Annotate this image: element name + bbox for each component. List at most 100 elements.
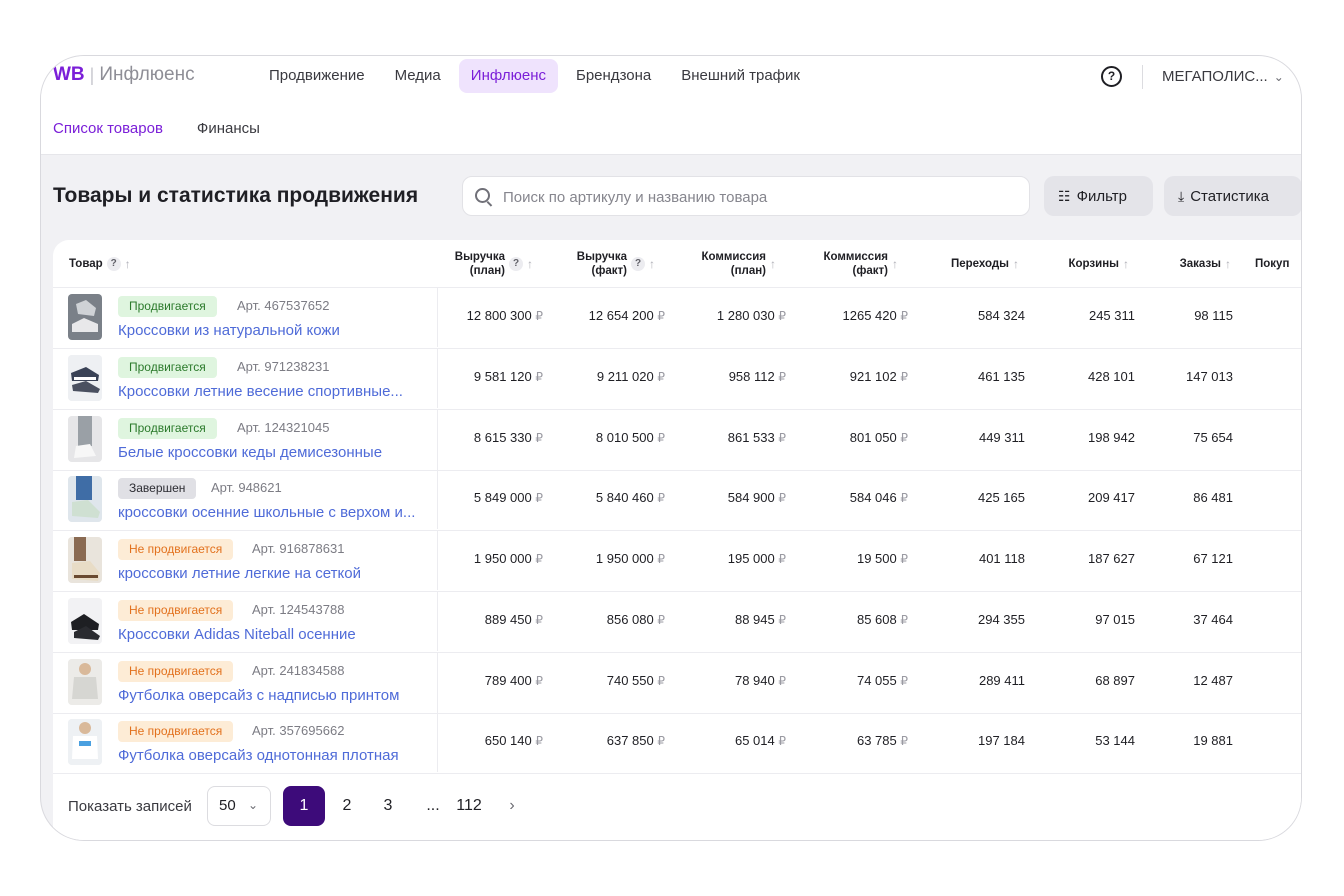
- filter-button[interactable]: ☷ Фильтр: [1044, 176, 1153, 216]
- column-header[interactable]: Коммиссия (факт) ↑: [791, 240, 912, 287]
- table-row[interactable]: Продвигается Арт. 971238231 Кроссовки летн…: [53, 347, 1301, 410]
- nav-item[interactable]: Внешний трафик: [669, 59, 812, 93]
- number-cell: 53 144: [1095, 733, 1135, 749]
- ruble-sign: ₽: [900, 491, 908, 506]
- table-row[interactable]: Продвигается Арт. 467537652 Кроссовки из н…: [53, 287, 1301, 349]
- page-size-select[interactable]: 50 ⌄: [207, 786, 271, 826]
- help-icon[interactable]: ?: [509, 256, 523, 271]
- nav-item[interactable]: Брендзона: [564, 59, 663, 93]
- sort-arrow-icon[interactable]: ↑: [770, 257, 776, 271]
- money-value: 8 615 330: [473, 429, 532, 445]
- product-name-link[interactable]: Кроссовки летние весение спортивные...: [118, 383, 403, 400]
- search-input[interactable]: [501, 177, 1020, 217]
- money-value: 921 102: [849, 368, 897, 384]
- product-thumbnail: [68, 354, 102, 401]
- page-link-1[interactable]: 1: [283, 786, 325, 826]
- money-cell: 856 080 ₽: [607, 612, 665, 627]
- money-value: 1 280 030: [716, 308, 775, 323]
- money-value: 740 550: [606, 672, 654, 688]
- article-number: Арт. 916878631: [252, 541, 345, 556]
- help-icon[interactable]: ?: [106, 256, 121, 271]
- number-cell: 37 464: [1193, 611, 1233, 627]
- number-cell: 98 115: [1194, 308, 1233, 323]
- sort-arrow-icon[interactable]: ↑: [649, 257, 655, 271]
- ruble-sign: ₽: [778, 612, 786, 627]
- number-cell: 401 118: [978, 551, 1025, 566]
- sort-arrow-icon[interactable]: ↑: [1225, 257, 1231, 271]
- page-link-2[interactable]: 2: [336, 786, 358, 826]
- money-cell: 921 102 ₽: [850, 369, 908, 384]
- number-cell: 461 135: [978, 368, 1025, 384]
- search-box[interactable]: [462, 176, 1030, 217]
- account-name: МЕГАПОЛИС...: [1162, 68, 1268, 85]
- table-row[interactable]: Не продвигается Арт. 357695662 Футболка ов…: [53, 712, 1301, 775]
- column-header[interactable]: Заказы ↑: [1143, 240, 1245, 287]
- money-value: 65 014: [734, 733, 775, 749]
- number-cell: 68 897: [1095, 672, 1135, 688]
- product-cell: Продвигается Арт. 467537652 Кроссовки из н…: [53, 287, 438, 347]
- account-selector[interactable]: МЕГАПОЛИС... ⌄: [1162, 68, 1284, 85]
- logo[interactable]: WB | Инфлюенс: [53, 64, 195, 86]
- ruble-sign: ₽: [900, 309, 908, 323]
- sort-arrow-icon[interactable]: ↑: [1123, 257, 1129, 271]
- product-name-link[interactable]: кроссовки летние легкие на сеткой: [118, 565, 361, 582]
- next-page-icon[interactable]: ›: [505, 786, 519, 826]
- money-value: 8 010 500: [595, 429, 654, 445]
- product-name-link[interactable]: Белые кроссовки кеды демисезонные: [118, 444, 382, 461]
- column-header[interactable]: Покуп: [1245, 240, 1301, 287]
- money-value: 195 000: [727, 551, 775, 566]
- nav-item[interactable]: Инфлюенс: [458, 59, 558, 93]
- table-row[interactable]: Продвигается Арт. 124321045 Белые кроссовк…: [53, 408, 1301, 471]
- article-number: Арт. 467537652: [237, 298, 330, 313]
- money-cell: 88 945 ₽: [735, 612, 786, 627]
- number-cell: 97 015: [1095, 611, 1135, 627]
- column-header[interactable]: Выручка (факт)? ↑: [548, 240, 669, 287]
- product-name-link[interactable]: Кроссовки Adidas Niteball осенние: [118, 626, 356, 643]
- column-header[interactable]: Корзины ↑: [1033, 240, 1143, 287]
- money-cell: 8 010 500 ₽: [596, 430, 665, 445]
- money-cell: 78 940 ₽: [735, 673, 786, 688]
- sort-arrow-icon[interactable]: ↑: [892, 257, 898, 271]
- column-header-label: Корзины: [1069, 257, 1119, 271]
- product-cell: Завершен Арт. 948621 кроссовки осенние шко…: [53, 469, 438, 530]
- sort-arrow-icon[interactable]: ↑: [527, 257, 533, 271]
- table-row[interactable]: Завершен Арт. 948621 кроссовки осенние шко…: [53, 469, 1301, 532]
- product-name-link[interactable]: Кроссовки из натуральной кожи: [118, 322, 340, 339]
- money-cell: 801 050 ₽: [850, 430, 908, 445]
- table-row[interactable]: Не продвигается Арт. 124543788 Кроссовки A…: [53, 590, 1301, 653]
- column-header-product[interactable]: Товар ? ↑: [53, 240, 437, 287]
- money-cell: 9 211 020 ₽: [597, 369, 665, 384]
- article-number: Арт. 124321045: [237, 419, 330, 435]
- ruble-sign: ₽: [900, 734, 908, 749]
- nav-item[interactable]: Медиа: [383, 59, 453, 93]
- statistics-download-button[interactable]: ⤓ Статистика: [1164, 176, 1301, 216]
- money-value: 1265 420: [842, 308, 897, 323]
- table-row[interactable]: Не продвигается Арт. 241834588 Футболка ов…: [53, 651, 1301, 714]
- product-cell: Не продвигается Арт. 916878631 кроссовки л…: [53, 530, 438, 590]
- money-cell: 584 046 ₽: [850, 490, 908, 505]
- product-cell: Продвигается Арт. 124321045 Белые кроссовк…: [53, 408, 438, 469]
- sort-arrow-icon[interactable]: ↑: [125, 257, 131, 271]
- product-name-link[interactable]: Футболка оверсайз однотонная плотная: [118, 747, 399, 764]
- nav-item[interactable]: Продвижение: [257, 59, 377, 93]
- ruble-sign: ₽: [778, 673, 786, 688]
- table-row[interactable]: Не продвигается Арт. 916878631 кроссовки л…: [53, 530, 1301, 592]
- help-icon[interactable]: ?: [1101, 66, 1122, 87]
- status-badge: Продвигается: [118, 296, 217, 317]
- ruble-sign: ₽: [657, 552, 665, 566]
- subnav-item[interactable]: Список товаров: [53, 120, 163, 137]
- money-cell: 9 581 120 ₽: [474, 369, 543, 384]
- column-header[interactable]: Коммиссия (план) ↑: [669, 240, 790, 287]
- number-cell: 67 121: [1193, 551, 1233, 566]
- page-link-3[interactable]: 3: [377, 786, 399, 826]
- product-name-link[interactable]: кроссовки осенние школьные с верхом и...: [118, 504, 415, 521]
- subnav-item[interactable]: Финансы: [197, 120, 260, 137]
- page-link-112[interactable]: 112: [453, 786, 485, 826]
- money-cell: 63 785 ₽: [857, 733, 908, 748]
- help-icon[interactable]: ?: [631, 256, 645, 271]
- product-name-link[interactable]: Футболка оверсайз с надписью принтом: [118, 687, 399, 704]
- top-bar: WB | Инфлюенс Продвижение Медиа Инфлюенс Бр…: [41, 56, 1301, 155]
- column-header[interactable]: Переходы ↑: [912, 240, 1033, 287]
- column-header[interactable]: Выручка (план)? ↑: [425, 240, 547, 287]
- sort-arrow-icon[interactable]: ↑: [1013, 257, 1019, 271]
